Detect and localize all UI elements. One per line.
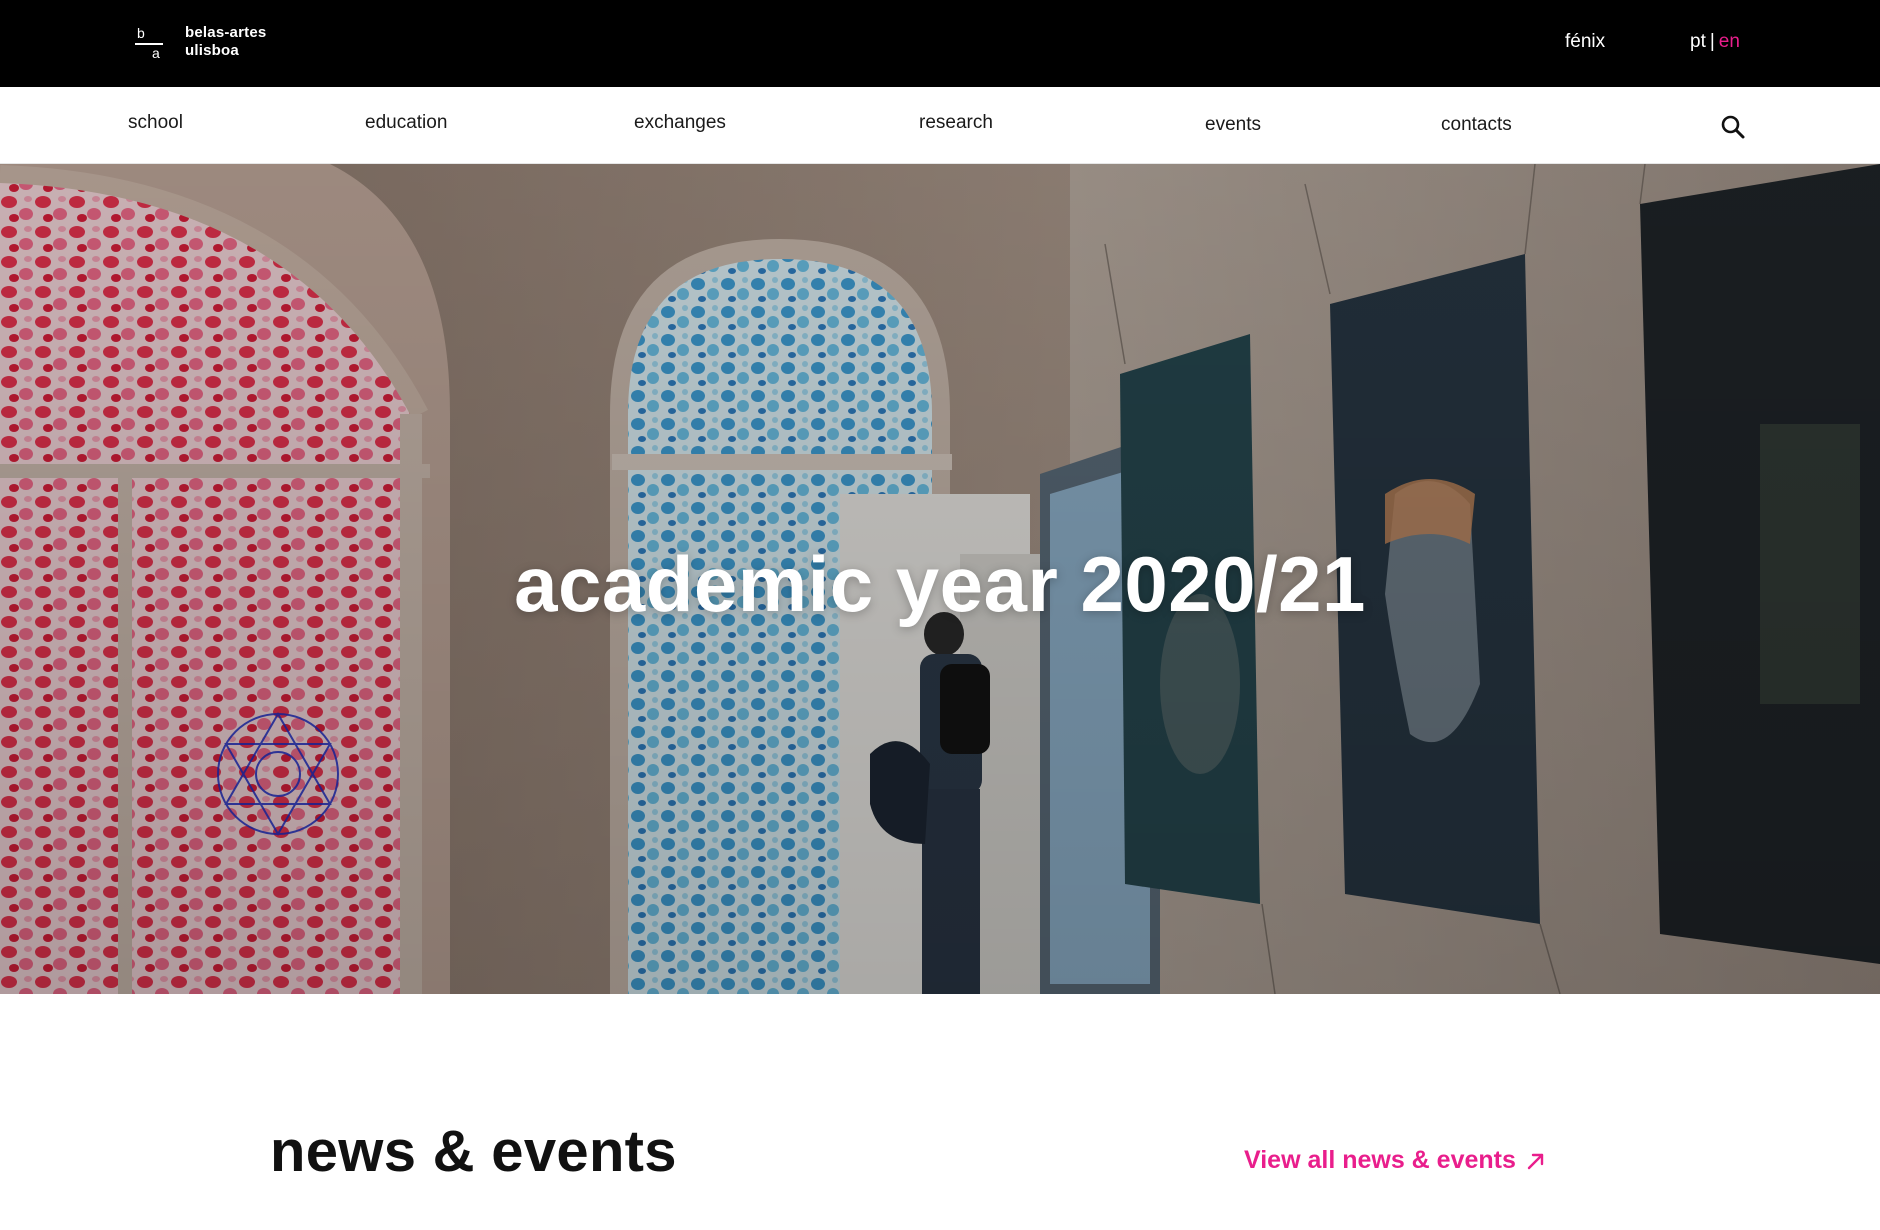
nav-item-contacts[interactable]: contacts bbox=[1441, 114, 1512, 136]
main-nav: school education exchanges research even… bbox=[0, 87, 1880, 164]
nav-item-exchanges[interactable]: exchanges bbox=[634, 112, 726, 134]
hero-banner: academic year 2020/21 bbox=[0, 164, 1880, 994]
news-events-title: news & events bbox=[270, 1119, 677, 1184]
lang-separator: | bbox=[1709, 31, 1715, 52]
view-all-news-label: View all news & events bbox=[1244, 1146, 1516, 1174]
arrow-up-right-icon bbox=[1527, 1153, 1544, 1169]
logo[interactable]: b a belas-artes ulisboa bbox=[135, 24, 266, 60]
search-button[interactable] bbox=[1720, 114, 1746, 140]
language-switcher: pt | en bbox=[1690, 31, 1740, 53]
search-icon bbox=[1721, 115, 1745, 139]
logo-mark-a: a bbox=[152, 45, 160, 61]
logo-mark-b: b bbox=[137, 25, 145, 41]
hero-title: academic year 2020/21 bbox=[514, 540, 1366, 628]
nav-item-events[interactable]: events bbox=[1205, 114, 1261, 136]
lang-pt-link[interactable]: pt bbox=[1690, 31, 1706, 52]
logo-mark: b a bbox=[135, 24, 163, 60]
logo-text-line1: belas-artes bbox=[185, 24, 267, 41]
nav-item-school[interactable]: school bbox=[128, 112, 183, 134]
logo-text-line2: ulisboa bbox=[185, 42, 239, 59]
logo-text: belas-artes ulisboa bbox=[185, 24, 266, 60]
view-all-news-link[interactable]: View all news & events bbox=[1244, 1146, 1546, 1175]
top-bar: b a belas-artes ulisboa fénix pt | en bbox=[0, 0, 1880, 87]
fenix-link[interactable]: fénix bbox=[1565, 31, 1605, 53]
nav-item-education[interactable]: education bbox=[365, 112, 447, 134]
lang-en-link[interactable]: en bbox=[1719, 31, 1740, 52]
nav-item-research[interactable]: research bbox=[919, 112, 993, 134]
